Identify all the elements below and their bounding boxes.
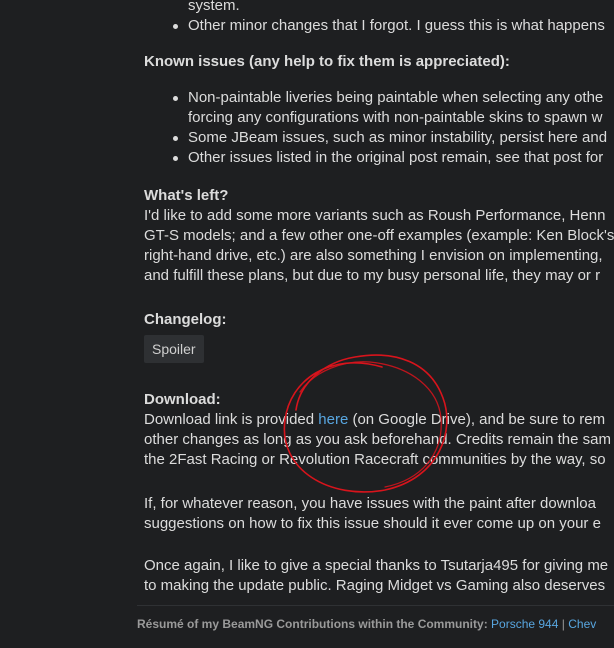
spoiler-button[interactable]: Spoiler <box>144 335 204 363</box>
known-issues-heading: Known issues (any help to fix them is ap… <box>144 53 510 70</box>
signature-link-porsche[interactable]: Porsche 944 <box>491 617 558 631</box>
list-item: Some JBeam issues, such as minor instabi… <box>172 129 608 146</box>
signature-divider <box>137 605 614 606</box>
paragraph-line: Download link is provided here (on Googl… <box>144 410 611 430</box>
paragraph-line: the 2Fast Racing or Revolution Racecraft… <box>144 451 606 468</box>
paragraph-line: suggestions on how to fix this issue sho… <box>144 515 601 532</box>
thanks-paragraph: Once again, I like to give a special tha… <box>144 556 608 596</box>
paragraph-line: If, for whatever reason, you have issues… <box>144 495 596 512</box>
paragraph-line: and fulfill these plans, but due to my b… <box>144 267 601 284</box>
paragraph-line: I'd like to add some more variants such … <box>144 207 606 224</box>
whats-left-paragraph: I'd like to add some more variants such … <box>144 206 614 286</box>
list-item: Other minor changes that I forgot. I gue… <box>173 17 605 34</box>
download-text: (on Google Drive), and be sure to rem <box>348 411 606 428</box>
paragraph-line: Once again, I like to give a special tha… <box>144 557 609 574</box>
feature-list-tail: system. Other minor changes that I forgo… <box>144 0 605 36</box>
list-item: Other issues listed in the original post… <box>172 148 607 168</box>
changelog-heading: Changelog: <box>144 311 227 328</box>
signature-link-chev[interactable]: Chev <box>568 617 596 631</box>
list-item-continuation: system. <box>188 0 240 14</box>
download-text: Download link is provided <box>144 411 319 428</box>
list-item-continuation: forcing any configurations with non-pain… <box>188 109 603 126</box>
paragraph-line: other changes as long as you ask beforeh… <box>144 431 611 448</box>
paragraph-line: GT-S models; and a few other one-off exa… <box>144 227 614 244</box>
known-issues-list: Non-paintable liveries being paintable w… <box>144 88 607 168</box>
download-link[interactable]: here <box>318 411 348 428</box>
paint-paragraph: If, for whatever reason, you have issues… <box>144 494 601 534</box>
download-paragraph: Download link is provided here (on Googl… <box>144 410 611 470</box>
signature-label: Résumé of my BeamNG Contributions within… <box>137 617 488 631</box>
paragraph-line: to making the update public. Raging Midg… <box>144 577 606 594</box>
list-item: Non-paintable liveries being paintable w… <box>172 88 607 108</box>
paragraph-line: right-hand drive, etc.) are also somethi… <box>144 247 603 264</box>
download-heading: Download: <box>144 391 221 408</box>
whats-left-heading: What's left? <box>144 187 229 204</box>
signature-separator: | <box>561 617 565 631</box>
signature: Résumé of my BeamNG Contributions within… <box>137 614 596 634</box>
